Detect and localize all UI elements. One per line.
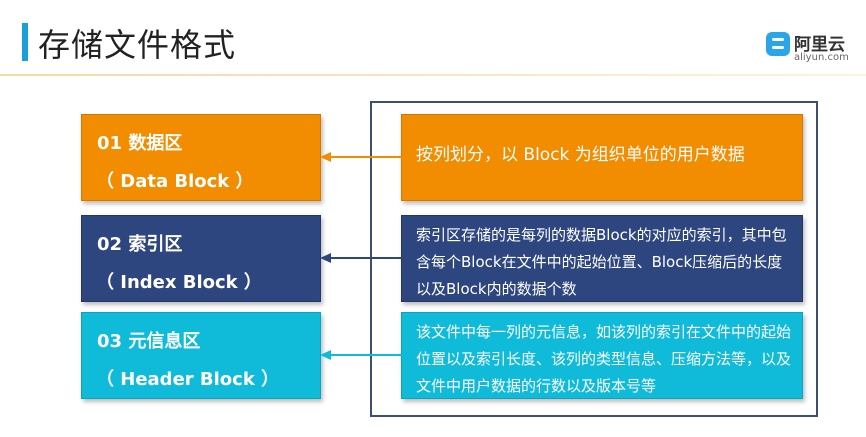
header-block-label-box: 03 元信息区 （ Header Block ） <box>81 312 321 399</box>
page-title: 存储文件格式 <box>38 26 237 64</box>
cloud-logo-icon <box>766 32 790 56</box>
index-block-subtitle: （ Index Block ） <box>96 272 262 293</box>
logo-url: aliyun.com <box>794 52 849 63</box>
data-block-arrow-icon <box>320 152 402 162</box>
header-divider <box>0 74 866 76</box>
header-block-arrow-icon <box>320 350 402 360</box>
data-block-subtitle: （ Data Block ） <box>96 171 254 192</box>
header-block-description-box: 该文件中每一列的元信息，如该列的索引在文件中的起始位置以及索引长度、该列的类型信… <box>401 312 803 399</box>
data-block-label-box: 01 数据区 （ Data Block ） <box>81 114 321 201</box>
index-block-arrow-icon <box>320 253 402 263</box>
header-block-description: 该文件中每一列的元信息，如该列的索引在文件中的起始位置以及索引长度、该列的类型信… <box>416 323 792 395</box>
index-block-title: 02 索引区 <box>97 234 183 255</box>
header-block-title: 03 元信息区 <box>97 331 201 352</box>
index-block-label-box: 02 索引区 （ Index Block ） <box>81 215 321 302</box>
data-block-description-box: 按列划分，以 Block 为组织单位的用户数据 <box>401 114 803 201</box>
title-accent-bar <box>22 23 28 61</box>
aliyun-logo: 阿里云 aliyun.com <box>766 28 849 64</box>
index-block-description: 索引区存储的是每列的数据Block的对应的索引，其中包含每个Block在文件中的… <box>416 226 787 298</box>
header-block-subtitle: （ Header Block ） <box>96 369 280 390</box>
data-block-title: 01 数据区 <box>97 133 183 154</box>
index-block-description-box: 索引区存储的是每列的数据Block的对应的索引，其中包含每个Block在文件中的… <box>401 215 803 302</box>
data-block-description: 按列划分，以 Block 为组织单位的用户数据 <box>416 145 745 165</box>
